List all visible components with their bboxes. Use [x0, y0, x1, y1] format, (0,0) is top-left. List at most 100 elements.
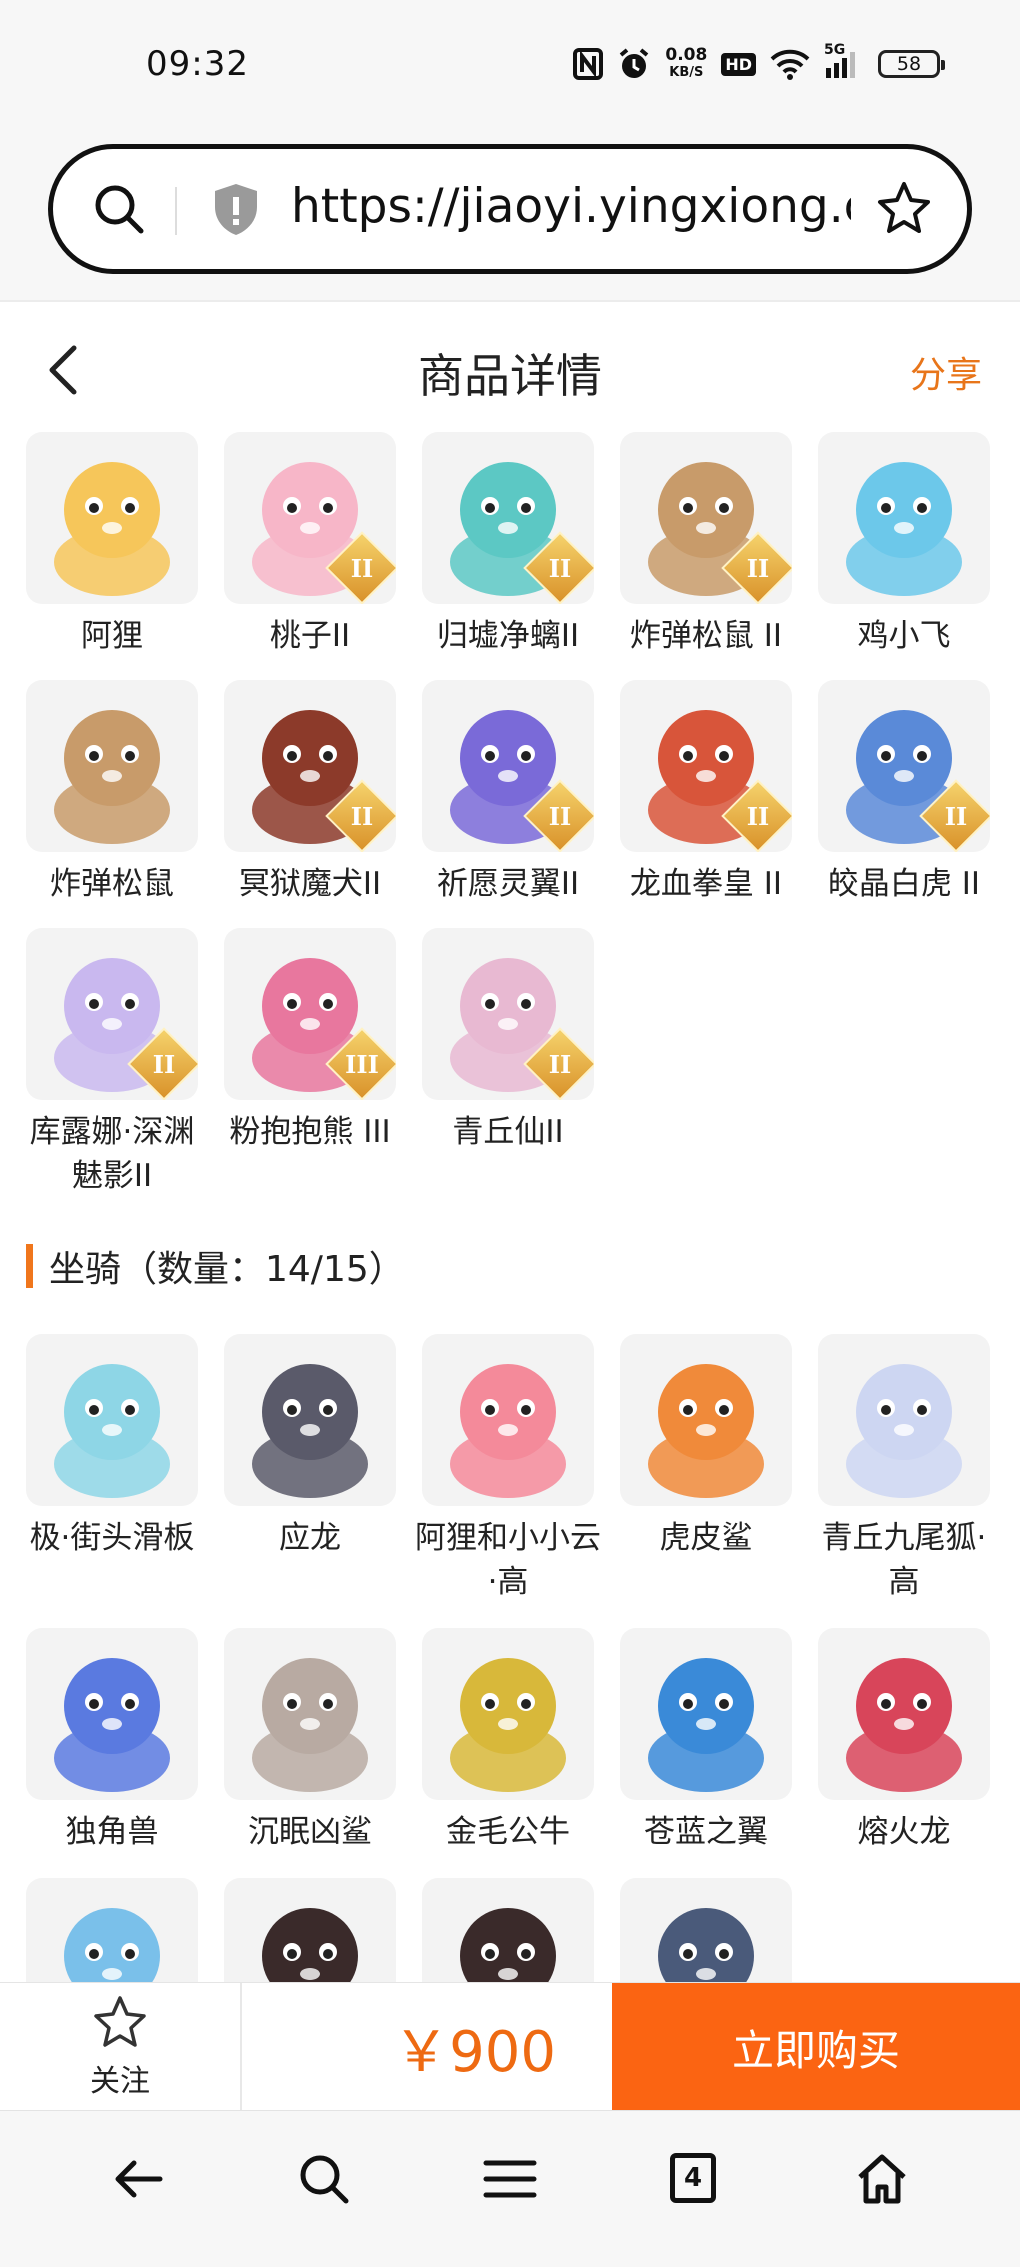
mounts-section-title: 坐骑（数量：14/15）: [49, 1249, 405, 1290]
pet-image: [26, 680, 198, 852]
star-icon[interactable]: [875, 179, 933, 241]
pet-item[interactable]: 鸡小飞: [818, 432, 990, 658]
pet-name: 皎晶白虎 II: [827, 866, 981, 902]
mount-item[interactable]: 苍蓝之翼: [620, 1628, 792, 1854]
menu-icon[interactable]: [482, 2151, 538, 2211]
mount-name: 极·街头滑板: [29, 1520, 195, 1556]
url-text[interactable]: https://jiaoyi.yingxiong.co...: [291, 179, 851, 234]
pet-image: [818, 432, 990, 604]
share-button[interactable]: 分享: [910, 346, 982, 398]
pet-image: II: [818, 680, 990, 852]
buy-now-button[interactable]: 立即购买: [612, 1983, 1020, 2111]
mount-name: 应龙: [279, 1520, 341, 1556]
tab-count: 4: [670, 2153, 716, 2203]
mount-image: [26, 1334, 198, 1506]
tabs-button[interactable]: 4: [670, 2153, 716, 2203]
mount-name: 虎皮鲨: [659, 1520, 753, 1556]
pet-name: 炸弹松鼠 II: [629, 618, 783, 654]
battery-indicator: 58: [878, 50, 945, 78]
pet-image: II: [26, 928, 198, 1100]
pet-item[interactable]: II 归墟净螭II: [422, 432, 594, 658]
shield-icon[interactable]: [211, 181, 261, 241]
mount-item[interactable]: 虎皮鲨: [620, 1334, 792, 1604]
follow-button[interactable]: 关注: [0, 1983, 242, 2111]
pet-item[interactable]: 阿狸: [26, 432, 198, 658]
page-title: 商品详情: [418, 349, 602, 403]
mount-image: [620, 1628, 792, 1800]
mount-image: [224, 1334, 396, 1506]
pet-name: 冥狱魔犬II: [238, 866, 382, 902]
mount-item[interactable]: 熔火龙: [818, 1628, 990, 1854]
pet-image: [26, 432, 198, 604]
pet-item[interactable]: II 皎晶白虎 II: [818, 680, 990, 906]
mount-name: 苍蓝之翼: [644, 1814, 768, 1850]
home-icon[interactable]: [854, 2151, 910, 2211]
mount-item[interactable]: 金毛公牛: [422, 1628, 594, 1854]
mount-image: [26, 1628, 198, 1800]
pet-name: 库露娜·深渊魅影II: [29, 1114, 195, 1194]
pet-item[interactable]: II 祈愿灵翼II: [422, 680, 594, 906]
mount-item[interactable]: 阿狸和小小云·高: [415, 1334, 601, 1604]
mount-image: [422, 1628, 594, 1800]
mount-item[interactable]: 青丘九尾狐·高: [818, 1334, 990, 1604]
pet-name: 桃子II: [269, 618, 351, 654]
pet-item[interactable]: II 龙血拳皇 II: [620, 680, 792, 906]
search-icon[interactable]: [296, 2151, 352, 2211]
wifi-icon: [770, 48, 810, 80]
signal-icon: 5G: [824, 42, 864, 80]
pet-item[interactable]: II 库露娜·深渊魅影II: [26, 928, 198, 1198]
network-speed: 0.08 KB/S: [665, 45, 708, 81]
mount-image: [818, 1334, 990, 1506]
mount-name: 熔火龙: [857, 1814, 951, 1850]
pet-image: II: [422, 928, 594, 1100]
pet-name: 祈愿灵翼II: [436, 866, 580, 902]
mount-item[interactable]: 极·街头滑板: [26, 1334, 198, 1604]
purchase-bar: 关注 ￥900 立即购买: [0, 1982, 1020, 2111]
pet-image: II: [422, 432, 594, 604]
browser-nav-bar: 4: [0, 2110, 1020, 2267]
mount-image: [422, 1334, 594, 1506]
pet-item[interactable]: II 冥狱魔犬II: [224, 680, 396, 906]
mount-item[interactable]: 独角兽: [26, 1628, 198, 1854]
status-icons: 0.08 KB/S HD 5G 58: [573, 42, 945, 84]
page-header: 商品详情 分享: [0, 304, 1020, 434]
follow-label: 关注: [90, 2064, 150, 2099]
status-time: 09:32: [146, 44, 249, 84]
pet-image: III: [224, 928, 396, 1100]
mount-name: 青丘九尾狐·高: [821, 1520, 987, 1600]
pet-image: II: [620, 680, 792, 852]
pet-name: 粉抱抱熊 III: [229, 1114, 391, 1150]
pet-image: II: [620, 432, 792, 604]
price: ￥900: [393, 2019, 556, 2085]
browser-toolbar: https://jiaoyi.yingxiong.co...: [0, 132, 1020, 302]
search-icon[interactable]: [91, 181, 147, 241]
mount-name: 独角兽: [65, 1814, 159, 1850]
mount-item[interactable]: 沉眠凶鲨: [224, 1628, 396, 1854]
star-outline-icon: [91, 1994, 149, 2054]
pet-grid: 阿狸 II 桃子II II 归墟净螭II II 炸弹松鼠 II 鸡小飞 炸弹松鼠 II 冥狱魔犬II…: [26, 432, 990, 1198]
pet-name: 炸弹松鼠: [50, 866, 174, 902]
mount-item[interactable]: 应龙: [224, 1334, 396, 1604]
pet-name: 归墟净螭II: [436, 618, 580, 654]
pet-item[interactable]: 炸弹松鼠: [26, 680, 198, 906]
mount-image: [620, 1334, 792, 1506]
nfc-icon: [573, 48, 604, 80]
pet-item[interactable]: II 青丘仙II: [422, 928, 594, 1198]
url-bar[interactable]: https://jiaoyi.yingxiong.co...: [48, 144, 972, 274]
pet-item[interactable]: III 粉抱抱熊 III: [224, 928, 396, 1198]
url-divider: [175, 187, 177, 235]
pet-image: II: [224, 432, 396, 604]
pet-name: 阿狸: [81, 618, 143, 654]
status-bar: 09:32 0.08 KB/S HD 5G 58: [0, 0, 1020, 132]
pet-item[interactable]: II 炸弹松鼠 II: [620, 432, 792, 658]
back-icon[interactable]: [110, 2151, 166, 2211]
pet-name: 青丘仙II: [452, 1114, 564, 1150]
mount-grid: 极·街头滑板 应龙 阿狸和小小云·高 虎皮鲨 青丘九尾狐·高独角兽 沉眠凶鲨 金毛公牛 苍蓝之…: [26, 1334, 990, 2050]
mount-name: 沉眠凶鲨: [248, 1814, 372, 1850]
pet-item[interactable]: II 桃子II: [224, 432, 396, 658]
pet-name: 鸡小飞: [857, 618, 951, 654]
mount-name: 阿狸和小小云·高: [415, 1520, 601, 1600]
mount-name: 金毛公牛: [446, 1814, 570, 1850]
mounts-section-header: 坐骑（数量：14/15）: [26, 1240, 405, 1292]
pet-image: II: [224, 680, 396, 852]
